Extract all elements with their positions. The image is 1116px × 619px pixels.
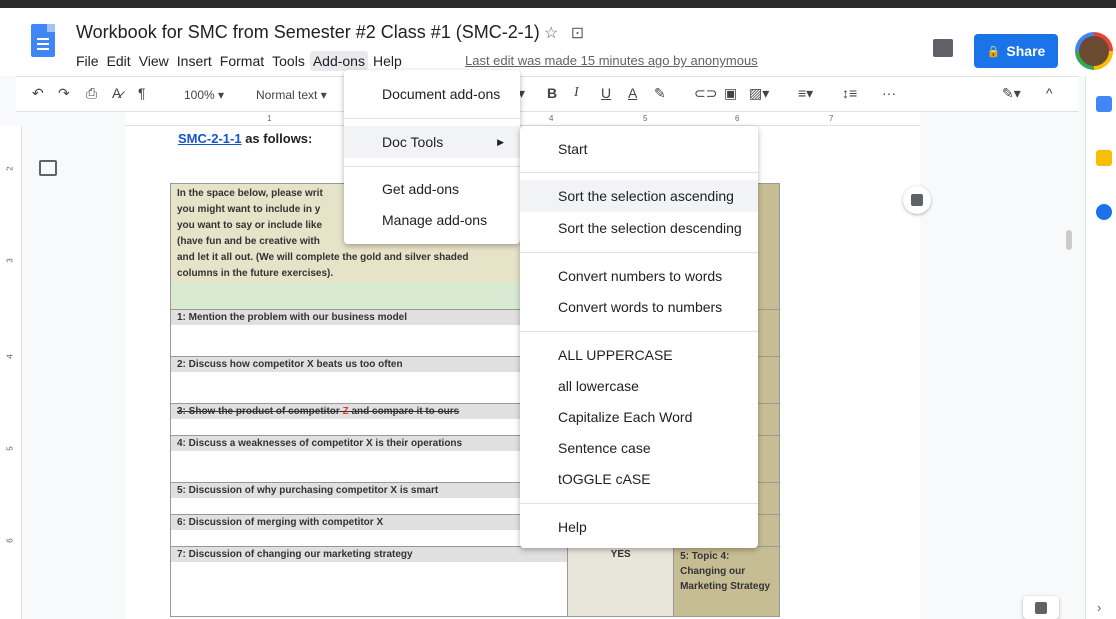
window-top-bar — [0, 0, 1116, 8]
doc-tools-submenu: Start Sort the selection ascending Sort … — [520, 126, 758, 548]
menu-view[interactable]: View — [136, 51, 172, 71]
add-comment-float-button[interactable] — [903, 186, 931, 214]
comment-history-icon[interactable] — [933, 39, 953, 57]
explore-icon — [1035, 602, 1047, 614]
link-icon[interactable]: ⊂⊃ — [694, 85, 717, 102]
line-spacing-icon[interactable]: ↕≡ — [842, 85, 857, 101]
menu-item-all-uppercase[interactable]: ALL UPPERCASE — [520, 347, 758, 369]
star-icon[interactable]: ☆ — [544, 25, 558, 42]
menu-item-doc-tools[interactable]: Doc Tools ▶ — [344, 126, 520, 158]
keep-icon[interactable] — [1096, 150, 1112, 166]
menu-item-numbers-to-words[interactable]: Convert numbers to words — [520, 268, 758, 290]
menu-divider — [344, 166, 520, 167]
row-text[interactable]: 2: Discuss how competitor X beats us too… — [169, 356, 569, 404]
menu-item-capitalize-each-word[interactable]: Capitalize Each Word — [520, 409, 758, 431]
menu-item-document-add-ons[interactable]: Document add-ons — [344, 86, 520, 108]
share-label: Share — [1006, 43, 1046, 59]
style-select[interactable]: Normal text ▾ — [256, 88, 327, 102]
italic-button[interactable]: I — [574, 85, 579, 101]
lock-icon: 🔒 — [986, 45, 1001, 58]
heading-link[interactable]: SMC-2-1-1 — [178, 131, 242, 146]
docs-logo-icon[interactable] — [31, 24, 55, 57]
menu-divider — [344, 118, 520, 119]
add-comment-icon — [911, 194, 923, 206]
paint-format-icon[interactable]: ¶ — [138, 85, 146, 101]
row-text[interactable]: 3: Show the product of competitor Z and … — [169, 403, 569, 436]
menu-help[interactable]: Help — [370, 51, 405, 71]
table-row: 7: Discussion of changing our marketing … — [169, 546, 780, 617]
docs-header: Workbook for SMC from Semester #2 Class … — [0, 8, 1116, 76]
document-title[interactable]: Workbook for SMC from Semester #2 Class … — [76, 22, 540, 43]
move-to-folder-icon[interactable]: ⊡ — [571, 25, 584, 42]
gold-cell[interactable]: 5: Topic 4: Changing our Marketing Strat… — [673, 546, 780, 617]
account-avatar[interactable] — [1075, 32, 1113, 70]
title-icons: ☆ ⊡ — [544, 23, 584, 43]
menu-divider — [520, 252, 758, 253]
calendar-icon[interactable] — [1096, 96, 1112, 112]
add-ons-menu: Document add-ons Doc Tools ▶ Get add-ons… — [344, 70, 520, 244]
menu-item-words-to-numbers[interactable]: Convert words to numbers — [520, 299, 758, 321]
menu-item-start[interactable]: Start — [520, 141, 758, 163]
tasks-icon[interactable] — [1096, 204, 1112, 220]
add-comment-icon[interactable]: ▣ — [724, 85, 737, 102]
menu-tools[interactable]: Tools — [269, 51, 308, 71]
menu-divider — [520, 331, 758, 332]
undo-icon[interactable]: ↶ — [32, 85, 44, 102]
row-text[interactable]: 5: Discussion of why purchasing competit… — [169, 482, 569, 515]
menu-item-manage-add-ons[interactable]: Manage add-ons — [344, 212, 520, 234]
document-outline-icon[interactable] — [39, 160, 57, 176]
menu-format[interactable]: Format — [217, 51, 267, 71]
row-text[interactable]: 4: Discuss a weaknesses of competitor X … — [169, 435, 569, 483]
zoom-select[interactable]: 100% ▾ — [184, 88, 224, 102]
menu-insert[interactable]: Insert — [174, 51, 215, 71]
submenu-arrow-icon: ▶ — [497, 137, 504, 147]
menu-item-get-add-ons[interactable]: Get add-ons — [344, 181, 520, 203]
spellcheck-icon[interactable]: A̷ — [112, 85, 121, 101]
menu-edit[interactable]: Edit — [104, 51, 134, 71]
horizontal-ruler[interactable]: 1 4 5 6 7 — [125, 112, 920, 126]
row-text[interactable]: 6: Discussion of merging with competitor… — [169, 514, 569, 547]
last-edit-link[interactable]: Last edit was made 15 minutes ago by ano… — [465, 53, 758, 68]
underline-button[interactable]: U — [601, 85, 611, 101]
editing-mode-icon[interactable]: ✎▾ — [1002, 85, 1021, 102]
text-color-button[interactable]: A — [628, 85, 637, 101]
page-heading: SMC-2-1-1 as follows: — [178, 131, 313, 146]
row-text[interactable]: 1: Mention the problem with our business… — [169, 309, 569, 357]
highlight-icon[interactable]: ✎ — [654, 85, 666, 102]
bold-button[interactable]: B — [547, 85, 557, 101]
menu-divider — [520, 172, 758, 173]
redo-icon[interactable]: ↷ — [58, 85, 70, 102]
collapse-menu-icon[interactable]: ^ — [1046, 85, 1053, 101]
menu-item-sentence-case[interactable]: Sentence case — [520, 440, 758, 462]
expand-side-panel-icon[interactable]: › — [1097, 600, 1101, 615]
silver-cell[interactable]: YES — [567, 546, 675, 617]
insert-image-icon[interactable]: ▨▾ — [749, 85, 769, 102]
more-options-icon[interactable]: ··· — [882, 85, 896, 101]
menu-item-sort-ascending[interactable]: Sort the selection ascending — [520, 180, 758, 212]
print-icon[interactable]: ⎙ — [86, 85, 97, 102]
vertical-ruler[interactable]: 2 3 4 5 6 — [0, 126, 22, 619]
menu-bar: File Edit View Insert Format Tools Add-o… — [73, 51, 407, 71]
menu-add-ons[interactable]: Add-ons — [309, 51, 368, 71]
align-icon[interactable]: ≡▾ — [798, 85, 813, 102]
menu-item-sort-descending[interactable]: Sort the selection descending — [520, 220, 758, 242]
share-button[interactable]: 🔒 Share — [974, 34, 1058, 68]
row-text[interactable]: 7: Discussion of changing our marketing … — [169, 546, 569, 617]
explore-button[interactable] — [1023, 596, 1059, 619]
menu-item-all-lowercase[interactable]: all lowercase — [520, 378, 758, 400]
formatting-toolbar: ↶ ↷ ⎙ A̷ ¶ 100% ▾ Normal text ▾ ▾ B I U … — [16, 76, 1078, 112]
menu-file[interactable]: File — [73, 51, 102, 71]
scrollbar[interactable] — [1066, 230, 1072, 250]
menu-item-toggle-case[interactable]: tOGGLE cASE — [520, 471, 758, 493]
menu-item-help[interactable]: Help — [520, 519, 758, 541]
menu-divider — [520, 503, 758, 504]
